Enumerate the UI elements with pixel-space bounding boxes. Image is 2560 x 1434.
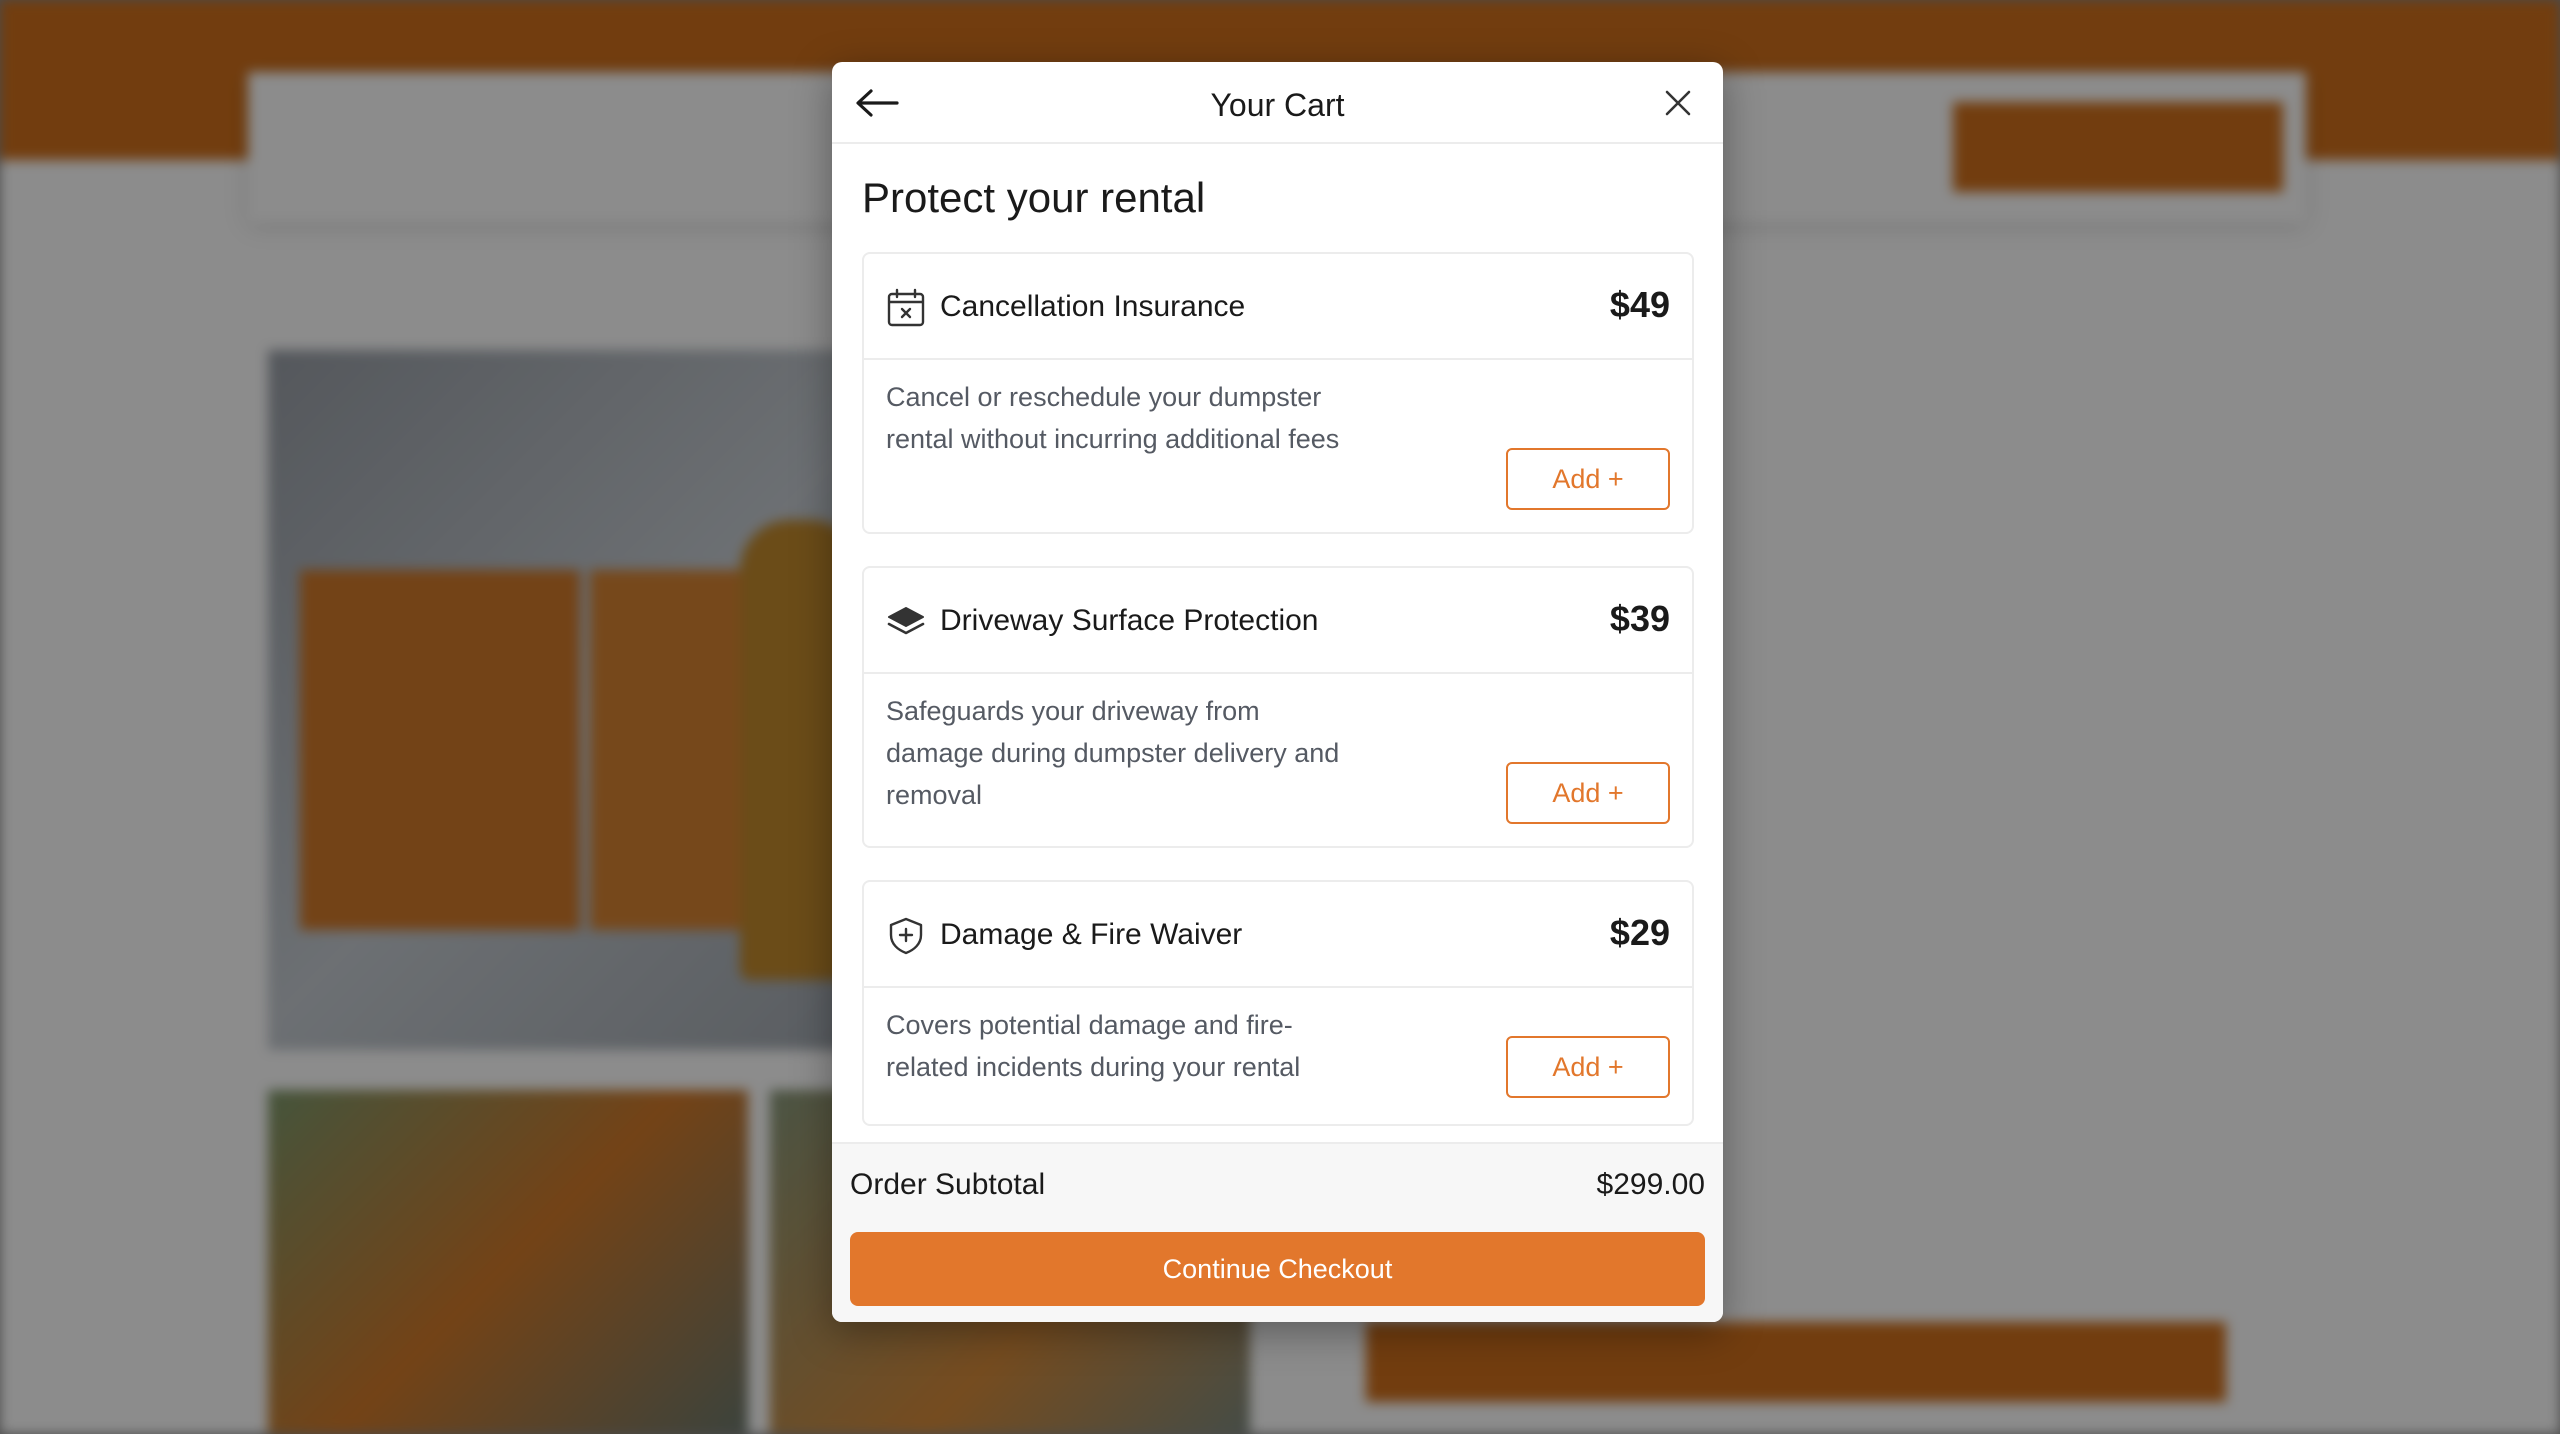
- calendar-x-icon: [887, 288, 925, 327]
- add-driveway-protection-button[interactable]: Add +: [1506, 762, 1670, 824]
- close-icon: [1665, 90, 1691, 116]
- addon-card-cancellation-insurance: Cancellation Insurance $49 Cancel or res…: [862, 252, 1694, 534]
- close-button[interactable]: [1655, 80, 1701, 126]
- addon-price: $29: [1609, 912, 1670, 953]
- modal-header: Your Cart: [832, 62, 1723, 144]
- add-cancellation-insurance-button[interactable]: Add +: [1506, 448, 1670, 510]
- cart-modal: Your Cart Protect your rental Cancellati…: [832, 62, 1723, 1322]
- addon-description: Covers potential damage and fire-related…: [886, 1010, 1301, 1082]
- modal-title: Your Cart: [1210, 87, 1345, 123]
- addon-card-header: Driveway Surface Protection $39: [864, 568, 1692, 674]
- addon-name: Damage & Fire Waiver: [940, 918, 1243, 951]
- shield-plus-icon: [889, 917, 923, 955]
- addon-name: Driveway Surface Protection: [940, 604, 1319, 637]
- layers-icon: [887, 607, 925, 635]
- section-heading: Protect your rental: [862, 174, 1206, 221]
- subtotal-value: $299.00: [1596, 1168, 1705, 1201]
- addon-card-driveway-protection: Driveway Surface Protection $39 Safeguar…: [862, 566, 1694, 848]
- addon-description: Safeguards your driveway from damage dur…: [886, 696, 1340, 810]
- add-damage-fire-waiver-button[interactable]: Add +: [1506, 1036, 1670, 1098]
- addon-price: $49: [1609, 284, 1670, 325]
- addon-card-header: Cancellation Insurance $49: [864, 254, 1692, 360]
- subtotal-label: Order Subtotal: [850, 1168, 1046, 1201]
- cart-footer: Order Subtotal $299.00 Continue Checkout: [832, 1142, 1723, 1322]
- addon-description: Cancel or reschedule your dumpster renta…: [886, 382, 1340, 454]
- addon-card-header: Damage & Fire Waiver $29: [864, 882, 1692, 988]
- addon-price: $39: [1609, 598, 1670, 639]
- addon-card-damage-fire-waiver: Damage & Fire Waiver $29 Covers potentia…: [862, 880, 1694, 1126]
- continue-checkout-button[interactable]: Continue Checkout: [850, 1232, 1705, 1306]
- addon-name: Cancellation Insurance: [940, 290, 1246, 323]
